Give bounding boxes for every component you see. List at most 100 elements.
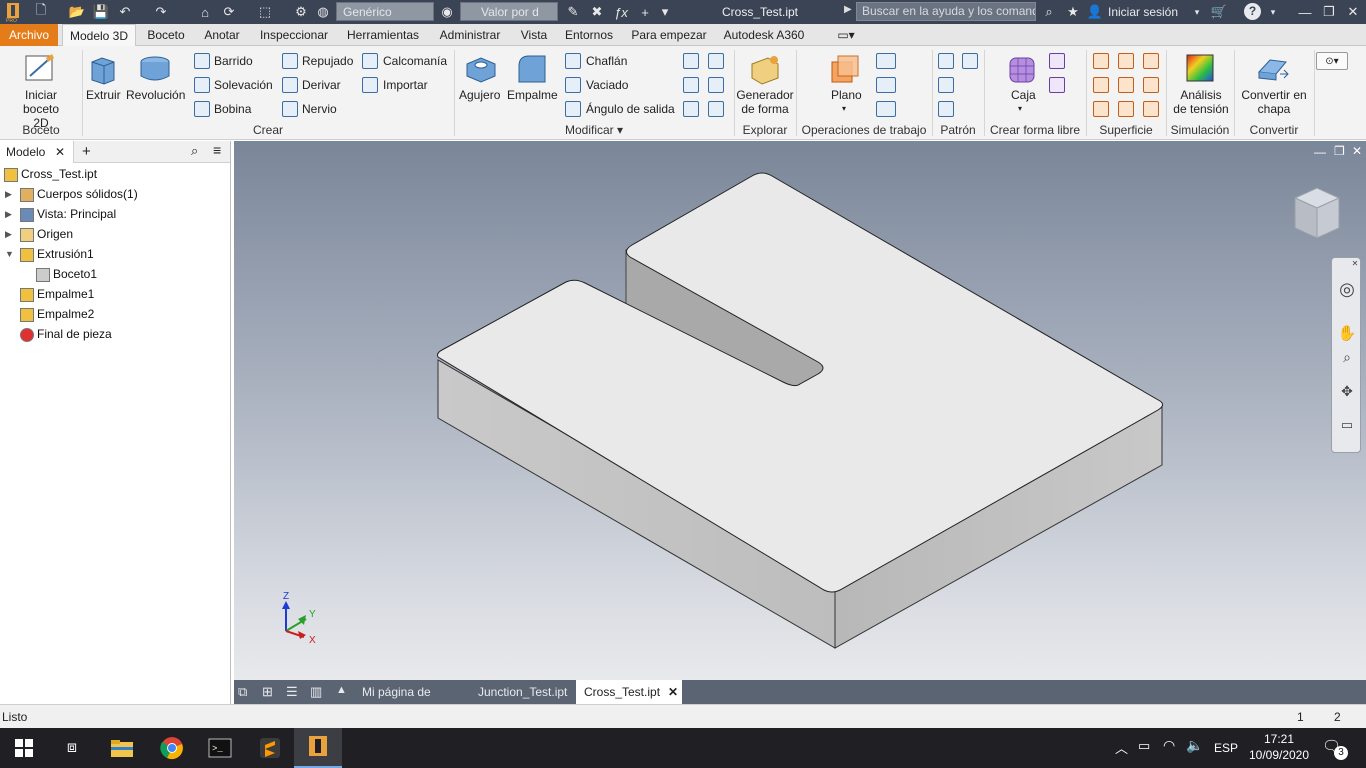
hole-icon[interactable] [464,52,498,86]
ribbon-tab-boceto[interactable]: Boceto [140,24,192,46]
viewport-minimize-icon[interactable]: — [1314,145,1326,159]
mirror-icon[interactable] [962,53,978,69]
viewport-close-icon[interactable]: ✕ [1352,144,1362,158]
work-point-icon[interactable] [876,77,896,93]
document-tab[interactable]: Cross_Test.ipt ✕ [576,680,682,704]
shape-generator-icon[interactable] [748,52,782,86]
parameters-fx-icon[interactable]: ƒx [612,3,630,21]
language-indicator[interactable]: ESP [1214,728,1238,768]
browser-tab-modelo[interactable]: Modelo ✕ [0,141,74,163]
ribbon-tab-anotar[interactable]: Anotar [195,24,249,46]
tree-node[interactable]: Empalme1 [0,284,94,304]
convert-sheet-metal-label[interactable]: Convertir en chapa [1240,88,1308,116]
move-face-icon[interactable] [708,77,724,93]
document-tab[interactable]: Mi página de inic... [354,680,470,723]
look-at-icon[interactable]: ▭ [1336,414,1358,436]
coil-icon[interactable] [194,101,210,117]
select-icon[interactable]: ⬚ [256,3,274,21]
help-dropdown-icon[interactable]: ▾ [1264,3,1282,21]
task-view-icon[interactable]: ⧈ [48,728,96,768]
revolve-label[interactable]: Revolución [126,88,185,102]
chamfer-icon[interactable] [565,53,581,69]
appearance-sphere-icon[interactable]: ◉ [438,3,456,21]
ribbon-tab-herramientas[interactable]: Herramientas [339,24,427,46]
ribbon-tab-administrar[interactable]: Administrar [431,24,509,46]
combine-icon[interactable] [708,53,724,69]
properties-icon[interactable]: ⚙ [292,3,310,21]
rectangular-pattern-icon[interactable] [938,53,954,69]
chrome-icon[interactable] [148,728,196,768]
ribbon-tab-para-empezar[interactable]: Para empezar [624,24,714,46]
revolve-icon[interactable] [138,52,172,86]
signin-dropdown-icon[interactable]: ▾ [1188,3,1206,21]
redo-icon[interactable]: ↷ [152,3,170,21]
help-icon[interactable]: ? [1244,3,1261,20]
user-icon[interactable]: 👤 [1086,3,1104,21]
browser-menu-icon[interactable]: ≡ [213,142,221,158]
ribbon-tab-vista[interactable]: Vista [513,24,555,46]
document-tab[interactable]: Junction_Test.ipt [470,680,576,704]
extrude-label[interactable]: Extruir [86,88,121,102]
tree-node[interactable]: Cross_Test.ipt [0,164,97,184]
open-icon[interactable]: 📂 [68,3,86,21]
close-icon[interactable]: ✕ [1344,3,1362,21]
tile-horizontal-icon[interactable]: ☰ [286,684,298,700]
expand-chevron-icon[interactable]: ▶ [5,204,12,224]
material-sphere-icon[interactable]: ◍ [314,3,332,21]
navbar-close-icon[interactable]: ✕ [1350,258,1360,268]
sublime-text-icon[interactable] [246,728,294,768]
surface-repair-icon[interactable] [1118,101,1134,117]
ribbon-tab-autodesk-a360[interactable]: Autodesk A360 [718,24,810,46]
customize-dropdown-icon[interactable]: ▾ [656,3,674,21]
freeform-box-label[interactable]: Caja [1011,88,1036,102]
emboss-label[interactable]: Repujado [302,54,353,68]
inventor-pro-logo[interactable]: PRO [2,1,24,24]
tree-node[interactable]: Final de pieza [0,324,112,344]
windows-start-icon[interactable] [0,728,48,768]
delete-face-icon[interactable] [708,101,724,117]
ribbon-camera-icon[interactable]: ▭▾ [832,24,860,46]
graphics-viewport[interactable]: — ❐ ✕ ✕ ◎ ✋ ⌕ ✥ ▭ Z Y X [234,141,1366,680]
add-icon[interactable]: + [636,3,654,21]
battery-icon[interactable]: ▭ [1138,738,1150,754]
derive-label[interactable]: Derivar [302,78,341,92]
loft-icon[interactable] [194,77,210,93]
file-explorer-icon[interactable] [98,728,146,768]
surface-trim-icon[interactable] [1118,77,1134,93]
ribbon-options-icon[interactable]: ⊙▾ [1316,52,1348,70]
hole-label[interactable]: Agujero [459,88,500,102]
freeform-edit-icon[interactable] [1049,53,1065,69]
ribbon-tab-inspeccionar[interactable]: Inspeccionar [253,24,335,46]
surface-fit-icon[interactable] [1143,101,1159,117]
work-axis-icon[interactable] [876,53,896,69]
draft-icon[interactable] [565,101,581,117]
volume-icon[interactable]: 🔈 [1186,737,1203,754]
zoom-icon[interactable]: ⌕ [1336,346,1358,368]
orbit-icon[interactable]: ✥ [1336,380,1358,402]
tree-node[interactable]: ▶ Origen [0,224,73,244]
import-label[interactable]: Importar [383,78,428,92]
expand-chevron-icon[interactable]: ▶ [5,224,12,244]
tree-node[interactable]: ▼ Extrusión1 [0,244,94,264]
circular-pattern-icon[interactable] [938,77,954,93]
minimize-icon[interactable]: — [1296,3,1314,21]
close-tab-icon[interactable]: ✕ [55,141,65,163]
ribbon-tab-archivo[interactable]: Archivo [0,24,58,46]
material-select[interactable]: Genérico [336,2,434,21]
import-icon[interactable] [362,77,378,93]
cascade-windows-icon[interactable]: ⧉ [238,684,247,700]
plane-icon[interactable] [828,52,862,86]
ribbon-tab-entornos[interactable]: Entornos [558,24,620,46]
decal-icon[interactable] [362,53,378,69]
tree-node[interactable]: Empalme2 [0,304,94,324]
help-search-input[interactable]: Buscar en la ayuda y los comand [856,2,1036,21]
cart-icon[interactable]: 🛒 [1210,3,1228,21]
surface-sculpt-icon[interactable] [1143,53,1159,69]
part-model[interactable] [234,141,1366,680]
group-label-modificar[interactable]: Modificar ▾ [454,123,734,137]
chamfer-label[interactable]: Chaflán [586,54,627,68]
shape-generator-label[interactable]: Generador de forma [736,88,794,116]
viewport-restore-icon[interactable]: ❐ [1334,144,1345,158]
undo-icon[interactable]: ↶ [116,3,134,21]
clear-appearance-icon[interactable]: ✎ [564,3,582,21]
